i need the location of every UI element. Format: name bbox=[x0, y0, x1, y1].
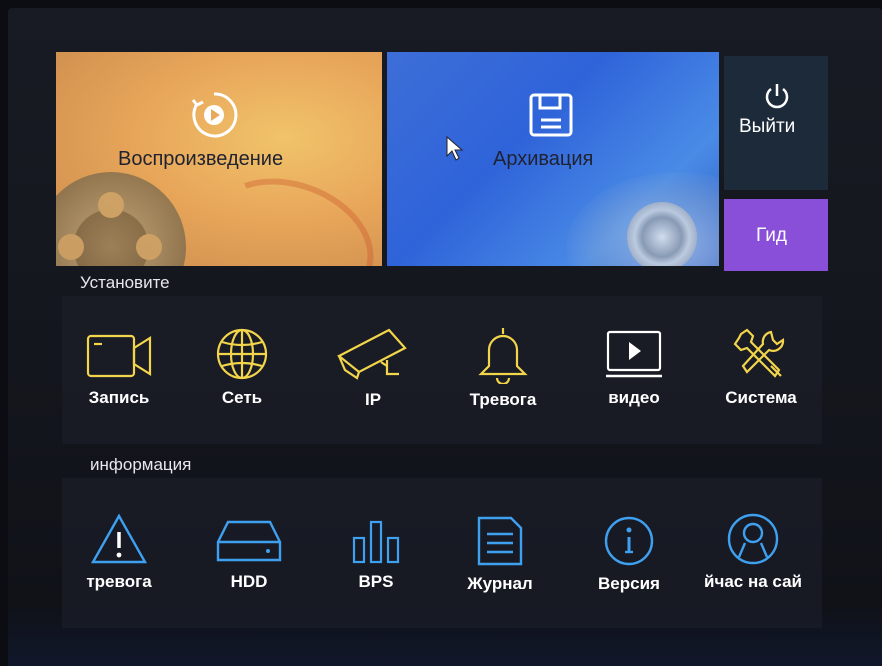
film-reel-decoration bbox=[56, 172, 186, 266]
ribbon-decoration bbox=[190, 156, 382, 266]
tools-icon bbox=[733, 328, 785, 378]
bar-chart-icon bbox=[352, 520, 400, 564]
info-icon bbox=[604, 516, 654, 566]
setup-item-label: Тревога bbox=[469, 390, 537, 409]
info-item-label: Журнал bbox=[467, 574, 533, 593]
monitor-play-icon bbox=[606, 330, 662, 378]
setup-item-label: Система bbox=[725, 388, 797, 407]
info-item-alarm[interactable]: тревога bbox=[64, 512, 174, 592]
exit-label: Выйти bbox=[739, 116, 796, 137]
play-circle-icon bbox=[191, 92, 238, 138]
setup-item-video[interactable]: видео bbox=[579, 328, 689, 408]
bell-icon bbox=[478, 328, 528, 384]
globe-icon bbox=[216, 328, 268, 380]
info-item-label: Версия bbox=[598, 574, 660, 593]
info-item-label: тревога bbox=[86, 572, 152, 591]
playback-label: Воспроизведение bbox=[118, 148, 284, 170]
playback-tile[interactable]: Воспроизведение bbox=[56, 52, 382, 266]
setup-item-label: Сеть bbox=[221, 388, 263, 407]
user-icon bbox=[727, 513, 779, 565]
setup-item-label: IP bbox=[364, 390, 382, 409]
floppy-disk-icon bbox=[529, 93, 573, 137]
warning-icon bbox=[90, 513, 148, 564]
exit-tile[interactable]: Выйти bbox=[724, 56, 828, 190]
guide-label: Гид bbox=[756, 225, 787, 246]
power-icon bbox=[765, 84, 789, 109]
setup-item-label: видео bbox=[608, 388, 660, 407]
guide-tile[interactable]: Гид bbox=[724, 199, 828, 271]
camera-icon bbox=[86, 334, 152, 378]
setup-item-network[interactable]: Сеть bbox=[187, 326, 297, 408]
backup-tile[interactable]: Архивация bbox=[387, 52, 719, 266]
setup-item-system[interactable]: Система bbox=[706, 326, 816, 408]
mouse-cursor-icon bbox=[446, 136, 464, 161]
setup-item-alarm[interactable]: Тревога bbox=[448, 326, 558, 410]
setup-item-label: Запись bbox=[88, 388, 150, 407]
info-item-version[interactable]: Версия bbox=[574, 514, 684, 594]
setup-item-ip[interactable]: IP bbox=[318, 326, 428, 410]
hard-drive-icon bbox=[216, 520, 282, 562]
info-section-title: информация bbox=[90, 455, 192, 474]
info-item-bps[interactable]: BPS bbox=[321, 516, 431, 592]
setup-section-title: Установите bbox=[80, 273, 170, 292]
document-icon bbox=[477, 516, 523, 566]
backup-label: Архивация bbox=[493, 148, 594, 170]
info-item-hdd[interactable]: HDD bbox=[194, 516, 304, 592]
info-item-online[interactable]: йчас на сай bbox=[690, 512, 816, 592]
info-item-log[interactable]: Журнал bbox=[445, 514, 555, 594]
cctv-camera-icon bbox=[336, 328, 407, 380]
setup-item-record[interactable]: Запись bbox=[64, 330, 174, 408]
info-item-label: HDD bbox=[230, 572, 268, 591]
info-item-label: BPS bbox=[358, 572, 394, 591]
info-item-label: йчас на сай bbox=[704, 572, 802, 591]
disk-spindle-decoration bbox=[627, 202, 697, 266]
